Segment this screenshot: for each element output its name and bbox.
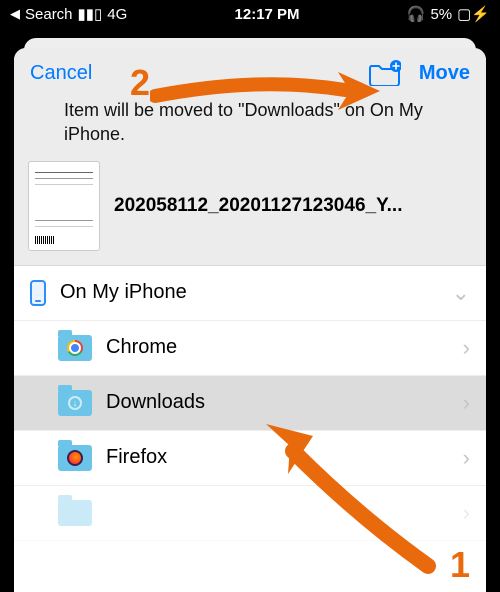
location-label: On My iPhone <box>60 281 438 304</box>
battery-percent: 5% <box>430 6 452 23</box>
sheet-header: Cancel Move Item will be moved to "Downl… <box>14 48 486 266</box>
folder-label: Chrome <box>106 336 449 359</box>
location-list: On My iPhone ⌄ Chrome › Downloads › Fire… <box>14 266 486 592</box>
network-type: 4G <box>107 6 127 23</box>
ios-status-bar: ◀ Search ▮▮▯ 4G 12:17 PM 🎧 5% ▢⚡ <box>0 0 500 28</box>
folder-icon <box>58 500 92 526</box>
back-caret-icon: ◀ <box>10 6 20 22</box>
folder-icon <box>58 335 92 361</box>
folder-downloads[interactable]: Downloads › <box>14 376 486 431</box>
folder-icon <box>58 390 92 416</box>
folder-icon <box>58 445 92 471</box>
file-preview-row: 202058112_20201127123046_Y... <box>14 161 486 265</box>
chevron-right-icon: › <box>463 445 470 471</box>
cancel-button[interactable]: Cancel <box>30 62 92 85</box>
iphone-icon <box>30 280 46 306</box>
folder-label: Firefox <box>106 446 449 469</box>
folder-label: Downloads <box>106 391 449 414</box>
folder-more[interactable]: › <box>14 486 486 541</box>
annotation-step-1: 1 <box>450 544 470 586</box>
status-time: 12:17 PM <box>235 6 300 23</box>
new-folder-icon[interactable] <box>369 60 401 86</box>
chevron-right-icon: › <box>463 335 470 361</box>
folder-firefox[interactable]: Firefox › <box>14 431 486 486</box>
folder-chrome[interactable]: Chrome › <box>14 321 486 376</box>
move-destination-message: Item will be moved to "Downloads" on On … <box>14 94 486 161</box>
battery-icon: ▢⚡ <box>457 5 490 23</box>
file-thumbnail <box>28 161 100 251</box>
chevron-right-icon: › <box>463 500 470 526</box>
chevron-right-icon: › <box>463 390 470 416</box>
move-sheet: Cancel Move Item will be moved to "Downl… <box>14 48 486 592</box>
headphones-icon: 🎧 <box>407 5 426 23</box>
file-name-label: 202058112_20201127123046_Y... <box>114 195 402 217</box>
signal-bars-icon: ▮▮▯ <box>78 5 103 23</box>
move-button[interactable]: Move <box>419 62 470 85</box>
annotation-step-2: 2 <box>130 62 150 104</box>
location-on-my-iphone[interactable]: On My iPhone ⌄ <box>14 266 486 321</box>
chevron-down-icon: ⌄ <box>452 280 470 306</box>
status-back-app: Search <box>25 6 73 23</box>
